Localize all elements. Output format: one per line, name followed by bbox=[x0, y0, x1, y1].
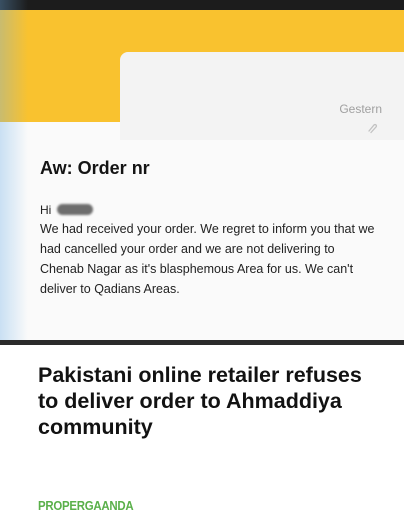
paperclip-icon bbox=[368, 123, 378, 134]
email-body: We had received your order. We regret to… bbox=[40, 222, 375, 296]
redacted-name bbox=[56, 204, 93, 215]
headline: Pakistani online retailer refuses to del… bbox=[38, 363, 362, 439]
greeting-row: Hi bbox=[40, 203, 93, 217]
email-subject: Aw: Order nr bbox=[40, 158, 150, 178]
email-date: Gestern bbox=[339, 102, 382, 116]
email-screenshot: Gestern Aw: Order nr Hi We had received … bbox=[0, 10, 404, 340]
email-header-card bbox=[120, 52, 404, 140]
source-label: PROPERGAANDA bbox=[38, 498, 134, 513]
divider bbox=[0, 340, 404, 345]
greeting-text: Hi bbox=[40, 203, 52, 217]
top-bar bbox=[0, 0, 404, 10]
